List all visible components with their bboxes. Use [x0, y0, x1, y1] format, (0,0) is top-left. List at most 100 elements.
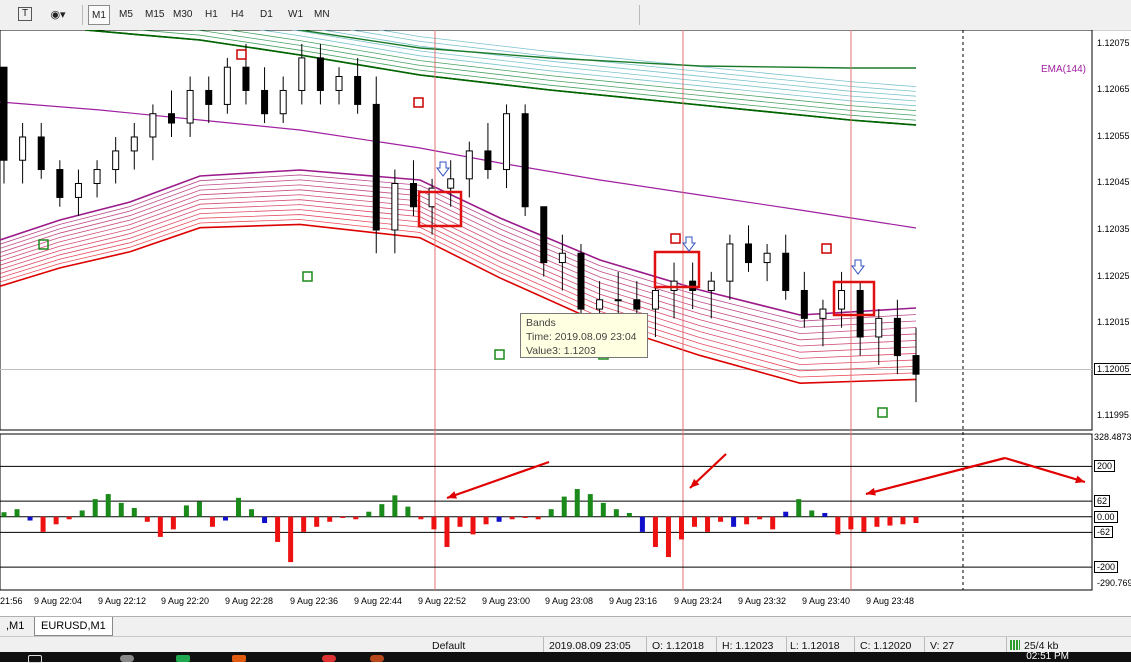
- histogram-bar: [392, 495, 398, 517]
- candle-body: [912, 355, 920, 375]
- histogram-bar: [340, 516, 346, 519]
- terminal-icon[interactable]: [176, 655, 190, 662]
- candle-body: [596, 299, 604, 310]
- candle-body: [19, 136, 27, 161]
- indicator-level-label: 62: [1094, 495, 1111, 508]
- shapes-menu-icon[interactable]: ◉▾: [44, 5, 72, 25]
- indicator-level-label: -200: [1094, 561, 1119, 574]
- histogram-bar: [861, 516, 867, 532]
- candle-body: [186, 89, 194, 124]
- timeframe-m1[interactable]: M1: [88, 5, 110, 25]
- timeframe-m15[interactable]: M15: [142, 5, 167, 25]
- histogram-bar: [744, 516, 750, 525]
- histogram-bar: [314, 516, 320, 527]
- candle-body: [707, 280, 715, 291]
- histogram-bar: [522, 516, 528, 519]
- candle-body: [484, 150, 492, 171]
- status-close: C: 1.12020: [860, 640, 912, 652]
- toolbar-separator: [639, 5, 640, 25]
- chrome-icon[interactable]: [322, 655, 336, 662]
- histogram-bar: [418, 516, 424, 520]
- price-axis-label: 1.12055: [1097, 130, 1130, 141]
- timeframe-w1[interactable]: W1: [285, 5, 306, 25]
- status-separator: [716, 637, 717, 653]
- candle-body: [93, 169, 101, 184]
- histogram-bar: [1, 512, 7, 517]
- indicator-min-label: -290.769: [1097, 578, 1131, 588]
- histogram-bar: [196, 501, 202, 517]
- chart-tab-previous[interactable]: ,M1: [0, 617, 30, 636]
- windows-taskbar: 02:51 PM: [0, 652, 1131, 663]
- text-tool-icon[interactable]: T: [18, 7, 32, 21]
- histogram-bar: [444, 516, 450, 547]
- candle-body: [521, 113, 529, 208]
- histogram-bar: [53, 516, 59, 525]
- histogram-bar: [353, 516, 359, 520]
- timeframe-d1[interactable]: D1: [257, 5, 276, 25]
- candle-body: [316, 57, 324, 91]
- current-price-tag: 1.12005: [1094, 362, 1131, 375]
- chart-area[interactable]: 1.12075 1.12065 1.12055 1.12045 1.12035 1.120…: [0, 30, 1131, 616]
- histogram-bar: [783, 511, 789, 517]
- histogram-bar: [509, 516, 515, 520]
- candle-body: [800, 289, 808, 319]
- histogram-bar: [626, 512, 632, 517]
- histogram-bar: [874, 516, 880, 527]
- candle-body: [726, 243, 734, 282]
- candle-body: [205, 89, 213, 105]
- histogram-bar: [275, 516, 281, 542]
- candle-body: [782, 252, 790, 291]
- histogram-bar: [731, 516, 737, 527]
- timeframe-mn[interactable]: MN: [311, 5, 333, 25]
- status-high: H: 1.12023: [722, 640, 774, 652]
- timeframe-m5[interactable]: M5: [116, 5, 136, 25]
- indicator-level-label: 200: [1094, 460, 1116, 473]
- browser-icon[interactable]: [120, 655, 134, 662]
- time-axis-label: 21:56: [0, 596, 23, 606]
- candle-body: [391, 182, 399, 231]
- histogram-bar: [900, 516, 906, 525]
- candle-body: [130, 136, 138, 152]
- histogram-bar: [496, 516, 502, 522]
- histogram-bar: [105, 494, 111, 517]
- candle-body: [298, 57, 306, 91]
- candle-body: [558, 252, 566, 264]
- status-separator: [924, 637, 925, 653]
- indicator-level-label: 0.00: [1094, 510, 1118, 523]
- time-axis-label: 9 Aug 22:20: [161, 596, 210, 606]
- histogram-bar: [66, 516, 72, 520]
- candle-body: [465, 150, 473, 180]
- status-volume: V: 27: [930, 640, 955, 652]
- histogram-bar: [236, 497, 242, 517]
- price-axis-label: 1.12035: [1097, 224, 1130, 234]
- candle-body: [651, 289, 659, 310]
- candle-body: [112, 150, 120, 171]
- timeframe-h4[interactable]: H4: [228, 5, 247, 25]
- app-icon[interactable]: [232, 655, 246, 662]
- candle-body: [223, 66, 231, 105]
- timeframe-h1[interactable]: H1: [202, 5, 221, 25]
- firefox-icon[interactable]: [370, 655, 384, 662]
- chart-tab-eurusd[interactable]: EURUSD,M1: [34, 617, 113, 636]
- histogram-bar: [535, 516, 541, 520]
- price-axis-label: 1.12065: [1097, 84, 1130, 95]
- histogram-bar: [405, 506, 411, 517]
- timeframe-m30[interactable]: M30: [170, 5, 195, 25]
- candle-body: [354, 76, 362, 105]
- histogram-bar: [613, 509, 619, 517]
- candle-body: [335, 76, 343, 91]
- candle-body: [893, 317, 901, 357]
- histogram-bar: [913, 516, 919, 524]
- indicator-panel: [0, 433, 1093, 591]
- ema-label: EMA(144): [1041, 64, 1087, 75]
- time-axis-label: 9 Aug 23:08: [545, 596, 594, 606]
- histogram-bar: [718, 516, 724, 522]
- histogram-bar: [822, 512, 828, 517]
- histogram-bar: [457, 516, 463, 527]
- toolbar-separator: [82, 5, 83, 25]
- status-datetime: 2019.08.09 23:05: [549, 640, 631, 652]
- time-axis-label: 9 Aug 23:40: [802, 596, 851, 606]
- price-axis-label: 1.12015: [1097, 317, 1130, 328]
- histogram-bar: [796, 499, 802, 517]
- time-axis-label: 9 Aug 22:12: [98, 596, 147, 606]
